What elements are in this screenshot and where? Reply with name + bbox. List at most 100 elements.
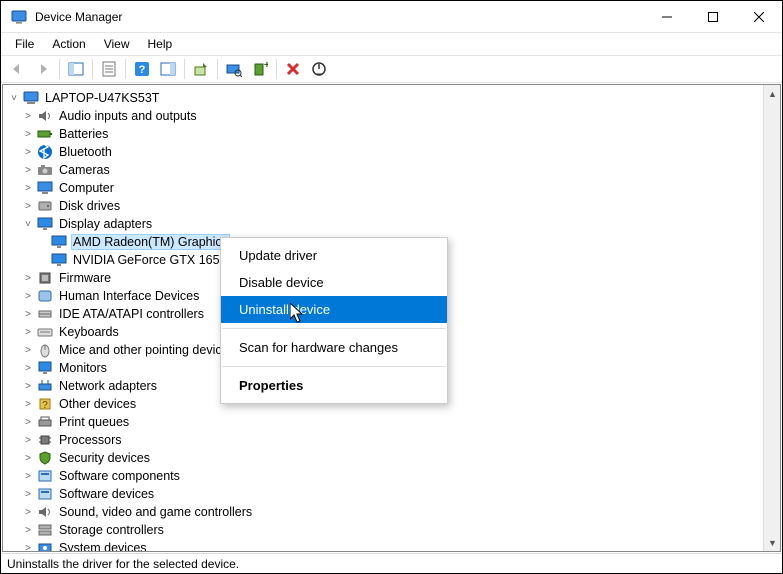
tree-category[interactable]: > Security devices xyxy=(7,449,780,467)
scan-hardware-button[interactable] xyxy=(222,57,246,81)
vertical-scrollbar[interactable]: ▲ ▼ xyxy=(763,85,780,551)
context-menu-item[interactable]: Properties xyxy=(221,372,447,399)
tree-category[interactable]: > Processors xyxy=(7,431,780,449)
software-icon xyxy=(37,468,53,484)
computer-icon xyxy=(37,180,53,196)
close-button[interactable] xyxy=(736,1,782,32)
show-hide-console-tree-button[interactable] xyxy=(64,57,88,81)
chevron-right-icon[interactable]: > xyxy=(21,505,35,519)
chevron-right-icon[interactable]: > xyxy=(21,145,35,159)
chevron-right-icon[interactable]: > xyxy=(21,181,35,195)
svg-text:?: ? xyxy=(139,64,146,76)
context-menu-item[interactable]: Uninstall device xyxy=(221,296,447,323)
toolbar-separator xyxy=(125,59,126,79)
chevron-right-icon[interactable]: > xyxy=(21,451,35,465)
network-icon xyxy=(37,378,53,394)
chevron-down-icon[interactable]: ˅ xyxy=(7,91,21,105)
forward-button[interactable] xyxy=(31,57,55,81)
titlebar: Device Manager xyxy=(1,1,782,33)
tree-category-label: Print queues xyxy=(57,415,131,429)
chevron-right-icon[interactable]: > xyxy=(21,487,35,501)
tree-category-label: Storage controllers xyxy=(57,523,166,537)
tree-category[interactable]: > System devices xyxy=(7,539,780,551)
add-legacy-hardware-button[interactable]: + xyxy=(248,57,272,81)
statusbar: Uninstalls the driver for the selected d… xyxy=(1,553,782,573)
tree-root[interactable]: ˅ LAPTOP-U47KS53T xyxy=(7,89,780,107)
chevron-right-icon[interactable]: > xyxy=(21,415,35,429)
chevron-right-icon[interactable]: > xyxy=(21,523,35,537)
computer-root-icon xyxy=(23,90,39,106)
toolbar-separator xyxy=(92,59,93,79)
tree-category[interactable]: ˅ Display adapters xyxy=(7,215,780,233)
firmware-icon xyxy=(37,270,53,286)
display-icon xyxy=(51,234,67,250)
hid-icon xyxy=(37,288,53,304)
help-button[interactable]: ? xyxy=(130,57,154,81)
scroll-down-button[interactable]: ▼ xyxy=(764,534,780,551)
chevron-right-icon[interactable]: > xyxy=(21,469,35,483)
chevron-right-icon[interactable]: > xyxy=(21,379,35,393)
window-title: Device Manager xyxy=(35,10,644,24)
chevron-right-icon[interactable]: > xyxy=(21,127,35,141)
tree-category[interactable]: > Disk drives xyxy=(7,197,780,215)
chevron-right-icon[interactable]: > xyxy=(21,109,35,123)
tree-category-label: Keyboards xyxy=(57,325,121,339)
properties-button[interactable] xyxy=(97,57,121,81)
chevron-right-icon[interactable]: > xyxy=(21,343,35,357)
menu-file[interactable]: File xyxy=(7,35,42,53)
uninstall-device-button[interactable] xyxy=(281,57,305,81)
tree-category[interactable]: > Sound, video and game controllers xyxy=(7,503,780,521)
context-menu-separator xyxy=(222,328,446,329)
tree-category[interactable]: > Computer xyxy=(7,179,780,197)
context-menu-item[interactable]: Scan for hardware changes xyxy=(221,334,447,361)
menu-action[interactable]: Action xyxy=(44,35,93,53)
menubar: File Action View Help xyxy=(1,33,782,55)
tree-category[interactable]: > Print queues xyxy=(7,413,780,431)
toolbar-separator xyxy=(59,59,60,79)
context-menu-item[interactable]: Update driver xyxy=(221,242,447,269)
ide-icon xyxy=(37,306,53,322)
disable-device-button[interactable] xyxy=(307,57,331,81)
chevron-right-icon[interactable]: > xyxy=(21,199,35,213)
chevron-right-icon[interactable]: > xyxy=(21,289,35,303)
tree-category[interactable]: > Software devices xyxy=(7,485,780,503)
svg-text:?: ? xyxy=(42,400,48,411)
action-pane-button[interactable] xyxy=(156,57,180,81)
chevron-right-icon[interactable]: > xyxy=(21,397,35,411)
tree-category-label: Software devices xyxy=(57,487,156,501)
tree-category[interactable]: > Audio inputs and outputs xyxy=(7,107,780,125)
tree-root-label: LAPTOP-U47KS53T xyxy=(43,91,161,105)
chevron-right-icon[interactable]: > xyxy=(21,325,35,339)
chevron-down-icon[interactable]: ˅ xyxy=(21,217,35,231)
maximize-button[interactable] xyxy=(690,1,736,32)
update-driver-button[interactable] xyxy=(189,57,213,81)
minimize-button[interactable] xyxy=(644,1,690,32)
context-menu-item[interactable]: Disable device xyxy=(221,269,447,296)
tree-category-label: Network adapters xyxy=(57,379,159,393)
scroll-up-button[interactable]: ▲ xyxy=(764,85,780,102)
tree-category-label: Mice and other pointing devices xyxy=(57,343,237,357)
tree-category-label: Computer xyxy=(57,181,116,195)
storage-icon xyxy=(37,522,53,538)
chevron-right-icon[interactable]: > xyxy=(21,361,35,375)
menu-view[interactable]: View xyxy=(96,35,138,53)
context-menu: Update driverDisable deviceUninstall dev… xyxy=(220,237,448,404)
tree-category-label: Software components xyxy=(57,469,182,483)
menu-help[interactable]: Help xyxy=(140,35,181,53)
chevron-right-icon[interactable]: > xyxy=(21,433,35,447)
tree-category[interactable]: > Software components xyxy=(7,467,780,485)
chevron-right-icon[interactable]: > xyxy=(21,307,35,321)
tree-category[interactable]: > Bluetooth xyxy=(7,143,780,161)
spacer xyxy=(35,235,49,249)
tree-category-label: Display adapters xyxy=(57,217,154,231)
tree-category[interactable]: > Cameras xyxy=(7,161,780,179)
chevron-right-icon[interactable]: > xyxy=(21,271,35,285)
back-button[interactable] xyxy=(5,57,29,81)
camera-icon xyxy=(37,162,53,178)
chevron-right-icon[interactable]: > xyxy=(21,541,35,551)
tree-category[interactable]: > Storage controllers xyxy=(7,521,780,539)
chevron-right-icon[interactable]: > xyxy=(21,163,35,177)
tree-category[interactable]: > Batteries xyxy=(7,125,780,143)
window-controls xyxy=(644,1,782,32)
bluetooth-icon xyxy=(37,144,53,160)
